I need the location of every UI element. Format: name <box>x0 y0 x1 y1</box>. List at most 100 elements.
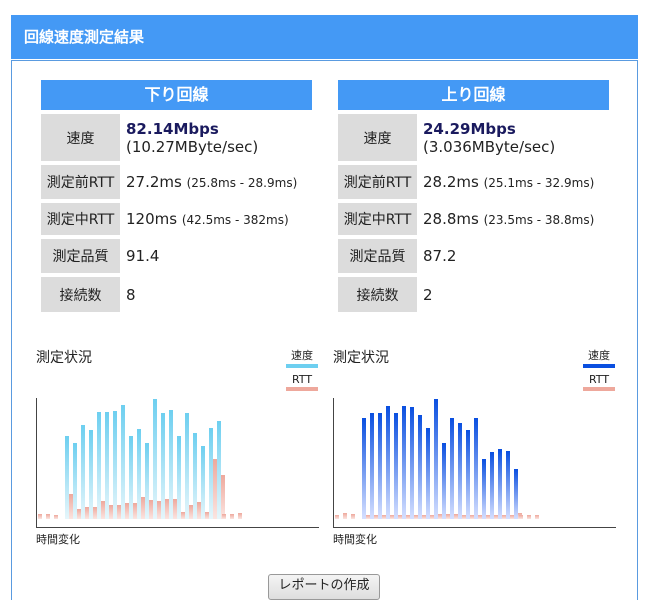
speed-bar <box>370 413 374 519</box>
speed-bar <box>482 459 486 519</box>
chart-plot-area <box>36 398 319 528</box>
speed-bar <box>514 468 518 519</box>
row-label: 接続数 <box>338 277 417 312</box>
legend-speed-label: 速度 <box>291 349 313 362</box>
row-label: 測定品質 <box>41 239 120 273</box>
upload-table: 上り回線 速度 24.29Mbps (3.036MByte/sec) 測定前RTT 28… <box>338 80 609 312</box>
row-label: 測定前RTT <box>338 165 417 199</box>
speed-bar <box>105 412 109 519</box>
speed-bar <box>386 406 390 519</box>
row-label: 測定中RTT <box>41 203 120 235</box>
table-row: 速度 24.29Mbps (3.036MByte/sec) <box>338 114 609 161</box>
speed-bar <box>185 413 189 519</box>
speed-bar <box>81 425 85 519</box>
legend-speed-swatch <box>583 364 615 368</box>
table-row: 測定中RTT 120ms (42.5ms - 382ms) <box>41 203 312 235</box>
rtt-bar <box>46 514 50 519</box>
row-value-cell: 82.14Mbps (10.27MByte/sec) <box>120 114 312 161</box>
rtt-range: (25.1ms - 32.9ms) <box>483 176 595 190</box>
speed-bar <box>73 443 77 519</box>
speed-bar <box>201 445 205 519</box>
legend-speed: 速度 <box>286 347 318 368</box>
row-label: 速度 <box>41 114 120 161</box>
speed-bar <box>394 413 398 519</box>
rtt-range: (42.5ms - 382ms) <box>181 213 289 227</box>
legend-rtt-label: RTT <box>588 373 610 386</box>
value: 91.4 <box>126 247 160 265</box>
row-value-cell: 2 <box>417 277 609 312</box>
upload-chart: 測定状況 速度 RTT 時間変化 <box>333 340 616 550</box>
legend-speed-swatch <box>286 364 318 368</box>
table-row: 速度 82.14Mbps (10.27MByte/sec) <box>41 114 312 161</box>
value: 8 <box>126 285 136 304</box>
upload-title: 上り回線 <box>338 80 609 110</box>
create-report-button[interactable]: レポートの作成 <box>268 574 380 600</box>
rtt-bar <box>519 515 523 519</box>
row-value-cell: 24.29Mbps (3.036MByte/sec) <box>417 114 609 161</box>
table-row: 接続数 8 <box>41 277 312 312</box>
legend-rtt: RTT <box>286 373 318 391</box>
row-value-cell: 27.2ms (25.8ms - 28.9ms) <box>120 165 312 199</box>
rtt-bar <box>238 513 242 519</box>
download-title: 下り回線 <box>41 80 312 110</box>
value: 2 <box>423 285 433 304</box>
row-value-cell: 28.2ms (25.1ms - 32.9ms) <box>417 165 609 199</box>
rtt-bar <box>535 515 539 519</box>
rtt-main: 120ms <box>126 210 178 228</box>
legend-rtt-swatch <box>583 387 615 391</box>
rtt-bar <box>222 514 226 519</box>
rtt-bar <box>54 515 58 519</box>
download-chart: 測定状況 速度 RTT 時間変化 <box>36 340 319 550</box>
speed-bar <box>113 411 117 519</box>
x-axis-label: 時間変化 <box>333 533 377 546</box>
speed-bytes: (10.27MByte/sec) <box>126 137 259 156</box>
rtt-value: 120ms (42.5ms - 382ms) <box>126 210 312 228</box>
x-axis-label: 時間変化 <box>36 533 80 546</box>
speed-bar <box>362 418 366 519</box>
speed-bar <box>89 430 93 519</box>
legend-speed: 速度 <box>583 347 615 368</box>
legend-speed-label: 速度 <box>588 349 610 362</box>
rtt-range: (23.5ms - 38.8ms) <box>483 213 595 227</box>
speed-bar <box>506 450 510 519</box>
rtt-bar <box>221 474 225 519</box>
legend-rtt-swatch <box>286 387 318 391</box>
row-value-cell: 28.8ms (23.5ms - 38.8ms) <box>417 203 609 235</box>
legend-rtt-label: RTT <box>291 373 313 386</box>
row-value-cell: 120ms (42.5ms - 382ms) <box>120 203 312 235</box>
rtt-bar <box>343 513 347 519</box>
speed-bar <box>434 399 438 519</box>
row-value-cell: 87.2 <box>417 239 609 273</box>
table-row: 接続数 2 <box>338 277 609 312</box>
speed-value: 24.29Mbps <box>423 119 516 138</box>
row-value-cell: 91.4 <box>120 239 312 273</box>
table-row: 測定品質 91.4 <box>41 239 312 273</box>
speed-bar <box>466 430 470 519</box>
speed-bar <box>498 449 502 519</box>
rtt-bar <box>335 515 339 519</box>
rtt-value: 27.2ms (25.8ms - 28.9ms) <box>126 173 312 191</box>
table-row: 測定品質 87.2 <box>338 239 609 273</box>
table-row: 測定前RTT 27.2ms (25.8ms - 28.9ms) <box>41 165 312 199</box>
chart-title: 測定状況 <box>333 350 389 366</box>
rtt-main: 27.2ms <box>126 173 182 191</box>
row-value-cell: 8 <box>120 277 312 312</box>
legend-rtt: RTT <box>583 373 615 391</box>
table-row: 測定前RTT 28.2ms (25.1ms - 32.9ms) <box>338 165 609 199</box>
speed-bar <box>402 406 406 519</box>
speed-bar <box>378 413 382 519</box>
speed-value: 82.14Mbps <box>126 119 219 138</box>
row-label: 接続数 <box>41 277 120 312</box>
rtt-range: (25.8ms - 28.9ms) <box>186 176 298 190</box>
speed-bar <box>450 418 454 519</box>
speed-bar <box>177 436 181 519</box>
table-row: 測定中RTT 28.8ms (23.5ms - 38.8ms) <box>338 203 609 235</box>
speed-bar <box>418 414 422 519</box>
rtt-main: 28.8ms <box>423 210 479 228</box>
value: 87.2 <box>423 247 457 265</box>
chart-plot-area <box>333 398 616 528</box>
speed-bar <box>474 418 478 519</box>
rtt-value: 28.2ms (25.1ms - 32.9ms) <box>423 173 609 191</box>
speed-bar <box>490 451 494 519</box>
chart-title: 測定状況 <box>36 350 92 366</box>
